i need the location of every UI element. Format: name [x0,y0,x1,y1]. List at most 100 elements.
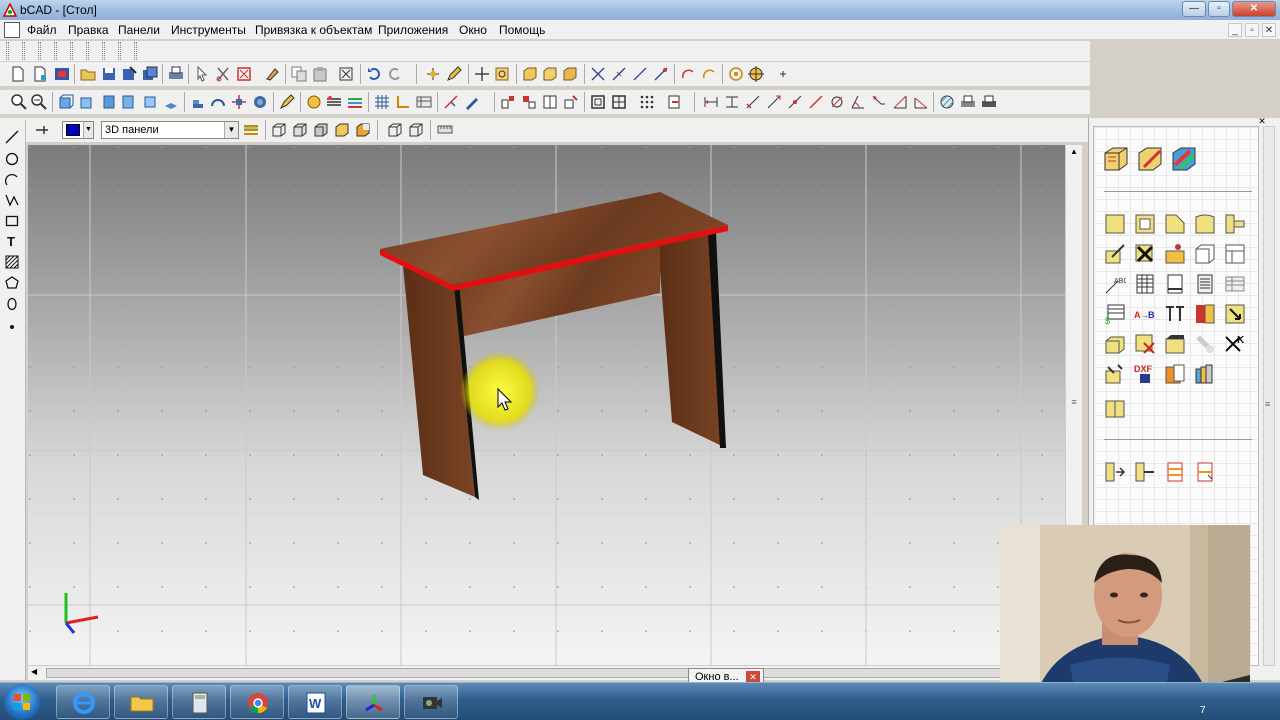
mdi-close-button[interactable]: ✕ [1262,23,1276,37]
menu-file[interactable]: Файл [27,23,57,37]
redo-icon[interactable] [387,66,403,82]
taskbar-calculator-button[interactable] [172,685,226,719]
dim-2-icon[interactable] [724,94,740,110]
circle-tool-icon[interactable] [5,152,19,166]
frame-2-icon[interactable] [611,94,627,110]
line-cross-icon[interactable] [590,66,606,82]
report-icon[interactable] [1194,273,1216,295]
align-2-icon[interactable] [521,94,537,110]
maximize-button[interactable]: ▫ [1208,1,1230,17]
taskbar-word-button[interactable]: W [288,685,342,719]
select-arrow-icon[interactable] [194,66,210,82]
cube-outline-1-icon[interactable] [387,122,403,138]
snap-point-icon[interactable] [425,66,441,82]
snap-center-icon[interactable] [494,66,510,82]
render-icon[interactable] [252,94,268,110]
align-3-icon[interactable] [542,94,558,110]
pencil-icon[interactable] [446,66,462,82]
panel-box-icon[interactable] [1104,213,1126,235]
line-tool-icon[interactable] [5,130,19,144]
taskbar-ie-button[interactable] [56,685,110,719]
line-diagonal-2-icon[interactable] [632,66,648,82]
assembly-icon[interactable] [1104,363,1126,385]
dim-4-icon[interactable] [766,94,782,110]
toolbar-grip[interactable] [70,42,73,60]
arc-left-icon[interactable] [680,66,696,82]
minimize-button[interactable]: — [1182,1,1206,17]
insert-drawer-icon[interactable] [1164,461,1186,483]
color-picker[interactable]: ▼ [62,121,94,139]
rotate-view-icon[interactable] [190,94,206,110]
palette-scrollbar[interactable]: ≡ [1263,126,1275,666]
layer-manager-icon[interactable] [243,122,259,138]
chevron-down-icon[interactable]: ▼ [224,122,238,138]
toolbar-grip[interactable] [86,42,89,60]
dim-1-icon[interactable] [703,94,719,110]
printer-2-icon[interactable] [981,94,997,110]
hatch-icon[interactable] [939,94,955,110]
menu-snap[interactable]: Привязка к объектам [255,23,372,37]
box-yellow-1-icon[interactable] [522,66,538,82]
layers-color-icon[interactable] [347,94,363,110]
view-iso-icon[interactable] [163,94,179,110]
taskbar-bcad-button[interactable] [346,685,400,719]
pencil-panel-icon[interactable] [1104,243,1126,265]
menu-edit[interactable]: Правка [68,23,109,37]
texture-panel-icon[interactable] [1164,333,1186,355]
price-list-icon[interactable]: $ [1104,303,1126,325]
dim-leader-icon[interactable] [871,94,887,110]
viewport-horizontal-scrollbar[interactable]: ◀ [28,665,1065,680]
furniture-module-icon[interactable] [1102,145,1130,173]
cut-icon[interactable] [215,66,231,82]
pan-icon[interactable] [231,94,247,110]
circle-snap-icon[interactable] [728,66,744,82]
eraser-icon[interactable] [264,66,280,82]
menu-window[interactable]: Окно [459,23,487,37]
view-left-icon[interactable] [100,94,116,110]
cube-shaded-2-icon[interactable] [334,122,350,138]
view-right-icon[interactable] [121,94,137,110]
polygon-tool-icon[interactable] [5,276,19,290]
material-icon[interactable] [1164,363,1186,385]
hardware-icon[interactable] [1134,243,1156,265]
arc-tool-icon[interactable] [5,173,19,187]
save-icon[interactable] [101,66,117,82]
menu-help[interactable]: Помощь [499,23,545,37]
copy-icon[interactable] [291,66,307,82]
brush-icon[interactable] [464,94,480,110]
books-icon[interactable] [1194,363,1216,385]
delete-icon[interactable] [236,66,252,82]
menu-panels[interactable]: Панели [118,23,160,37]
section-icon[interactable] [1224,243,1246,265]
taskbar-chrome-button[interactable] [230,685,284,719]
cube-wire-1-icon[interactable] [271,122,287,138]
toolbar-grip[interactable] [118,42,121,60]
save-all-icon[interactable] [142,66,158,82]
align-1-icon[interactable] [500,94,516,110]
print-icon[interactable] [168,66,184,82]
dimension-abc-icon[interactable]: ABC [1104,273,1126,295]
mdi-restore-button[interactable]: ▫ [1245,23,1259,37]
layers-hand-icon[interactable] [306,94,322,110]
undo-icon[interactable] [366,66,382,82]
toolbar-grip[interactable] [6,42,9,60]
line-diagonal-3-icon[interactable] [653,66,669,82]
view-back-icon[interactable] [142,94,158,110]
spreadsheet-icon[interactable] [1134,273,1156,295]
new-file-icon[interactable] [10,66,26,82]
frame-1-icon[interactable] [590,94,606,110]
zoom-in-icon[interactable] [11,94,27,110]
cabinet-doors-icon[interactable] [1104,397,1126,419]
close-button[interactable]: ✕ [1232,1,1276,17]
pointer-panel-icon[interactable] [1224,303,1246,325]
toolbar-grip[interactable] [22,42,25,60]
toolbar-grip[interactable] [134,42,137,60]
taskbar-camera-button[interactable] [404,685,458,719]
edit-module-icon[interactable] [1136,145,1164,173]
plus-point-icon[interactable] [775,66,791,82]
scroll-grip[interactable]: ≡ [1265,399,1270,409]
list-grid-icon[interactable] [1224,273,1246,295]
insert-divider-icon[interactable] [1194,461,1216,483]
dots-grid-icon[interactable] [639,94,655,110]
dim-radius-icon[interactable] [892,94,908,110]
